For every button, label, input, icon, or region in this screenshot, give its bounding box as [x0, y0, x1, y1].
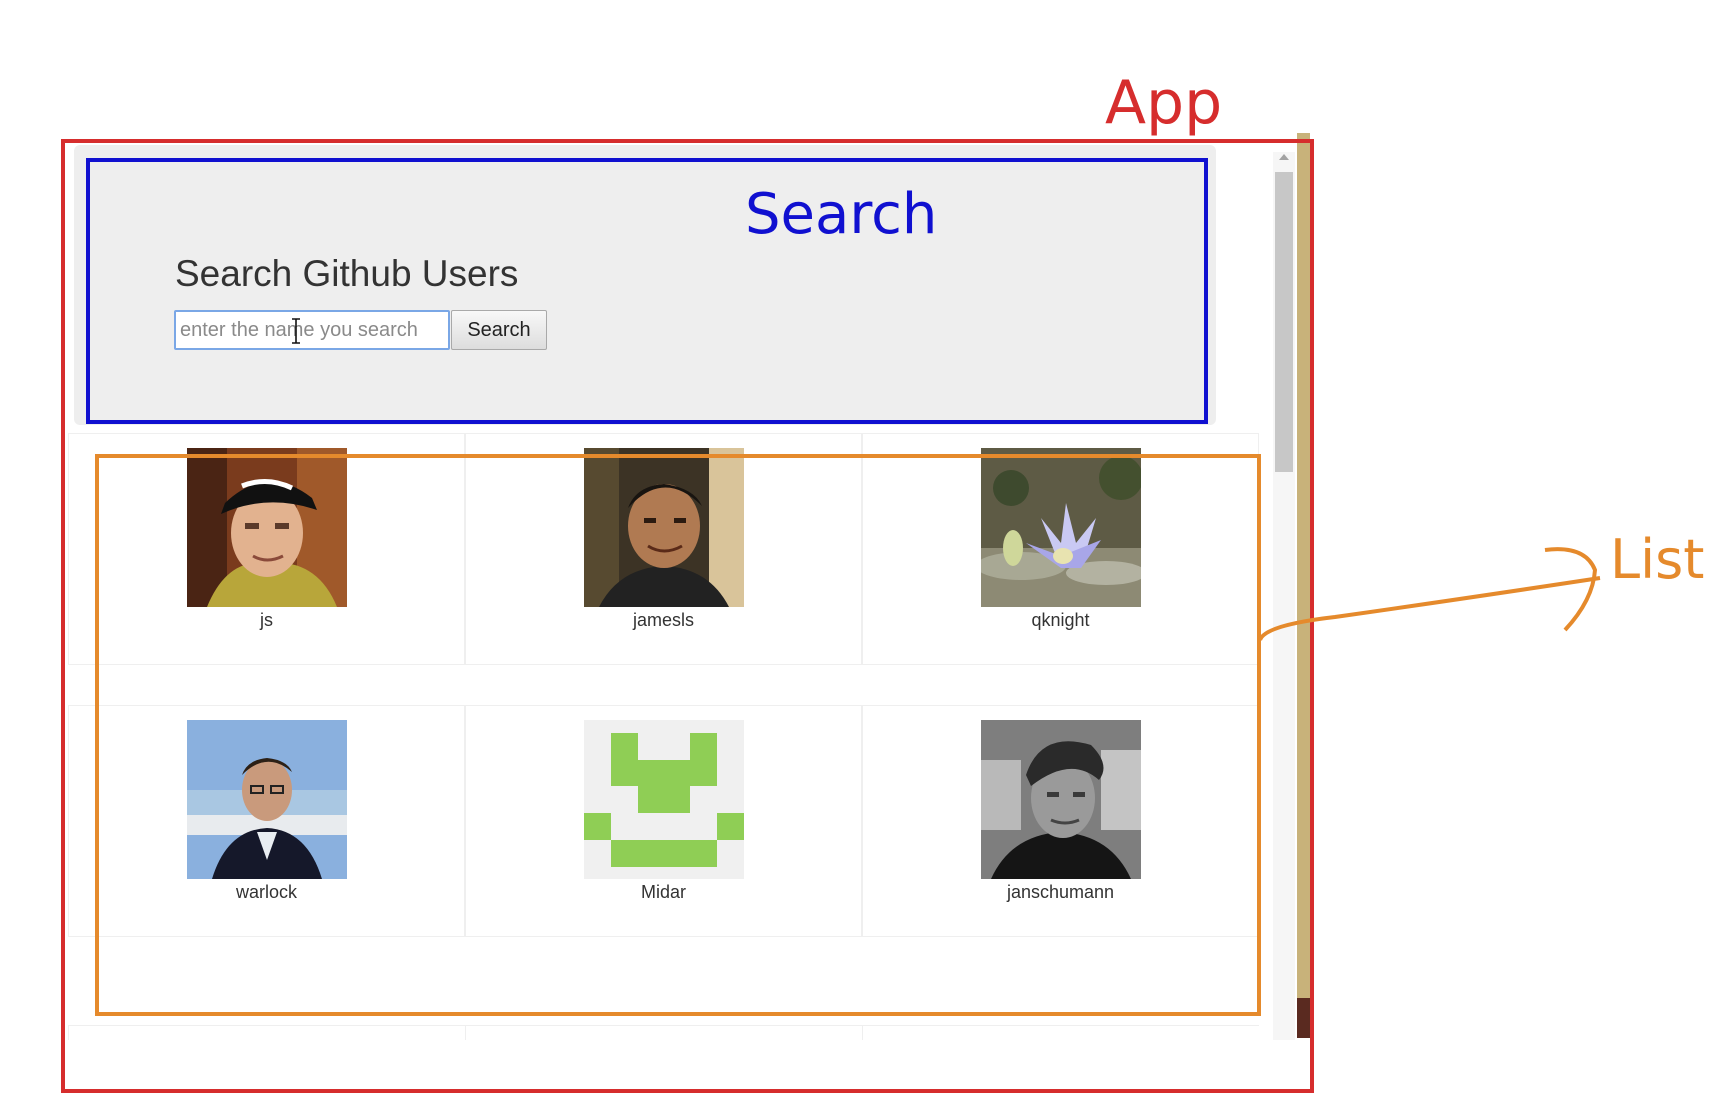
search-annotation-label: Search — [745, 182, 938, 247]
list-arrow-icon — [1258, 547, 1601, 641]
screenshot-stage: Search Github Users Search — [0, 0, 1718, 1114]
app-annotation-label: App — [1105, 68, 1223, 138]
list-annotation-label: List — [1610, 528, 1705, 591]
list-annotation-box — [95, 454, 1261, 1016]
search-annotation-box — [86, 158, 1208, 424]
